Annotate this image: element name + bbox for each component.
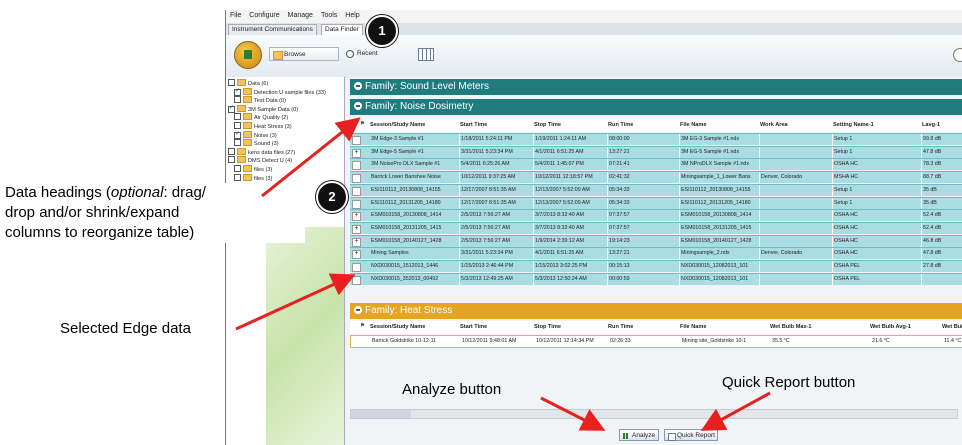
arrow-to-quick-report [700,391,771,431]
arrow-to-selected [235,273,356,331]
arrow-to-analyze [540,396,606,431]
annotation-arrows [235,117,771,431]
arrow-to-headings [261,117,361,198]
